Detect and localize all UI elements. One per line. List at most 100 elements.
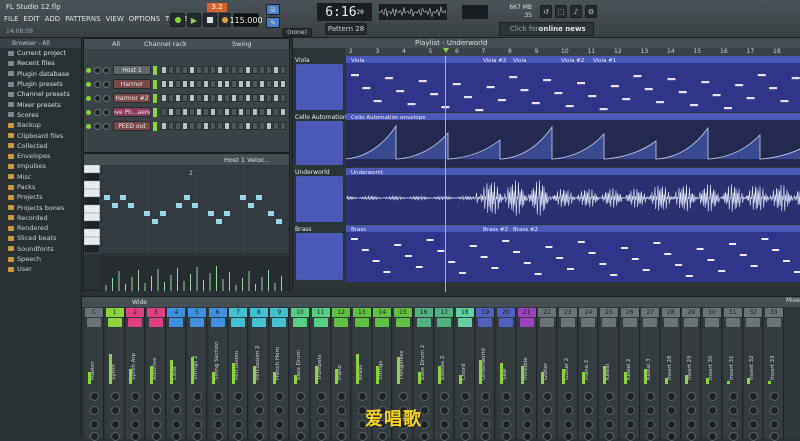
mixer-knob[interactable] [317,406,326,415]
mixer-knob[interactable] [234,420,243,429]
step-button[interactable] [280,66,286,74]
mixer-knob[interactable] [193,406,202,415]
step-button[interactable] [245,108,251,116]
save-icon[interactable]: ⬚ [555,5,567,18]
channel-select[interactable] [153,108,157,117]
pan-knob[interactable] [94,109,101,116]
step-button[interactable] [259,94,265,102]
step-button[interactable] [217,122,223,130]
mixer-knob[interactable] [337,392,346,401]
mixer-knob[interactable] [90,392,99,401]
step-button[interactable] [280,94,286,102]
browser-item[interactable]: Soundfonts [0,244,81,254]
browser-item[interactable]: Collected [0,141,81,151]
mixer-knob[interactable] [214,420,223,429]
step-button[interactable] [196,80,202,88]
channel-select[interactable] [153,80,157,89]
track-thumbnail[interactable] [296,121,343,165]
snap-icon[interactable]: ⊞ [266,4,280,15]
step-button[interactable] [203,108,209,116]
step-button[interactable] [224,108,230,116]
browser-item[interactable]: Rendered [0,223,81,233]
mixer-knob[interactable] [646,420,655,429]
mixer-strip[interactable]: 33Insert 33 [765,308,784,439]
mixer-strip[interactable]: CMaster [85,308,104,439]
mixer-knob[interactable] [584,392,593,401]
mixer-knob[interactable] [564,432,573,441]
step-button[interactable] [217,80,223,88]
mixer-knob[interactable] [708,406,717,415]
mixer-knob[interactable] [584,406,593,415]
mixer-knob[interactable] [543,420,552,429]
browser-item[interactable]: Recent files [0,58,81,68]
step-button[interactable] [280,108,286,116]
step-button[interactable] [224,80,230,88]
mixer-knob[interactable] [378,392,387,401]
stop-button[interactable] [203,13,217,27]
clip-header[interactable] [346,168,800,175]
piano-key[interactable] [84,229,100,237]
volume-knob[interactable] [103,67,110,74]
note-block[interactable] [152,219,158,224]
step-button[interactable] [224,66,230,74]
browser-item[interactable]: Envelopes [0,151,81,161]
step-button[interactable] [273,94,279,102]
note-block[interactable] [176,203,182,208]
mixer-knob[interactable] [399,432,408,441]
step-button[interactable] [210,94,216,102]
mixer-knob[interactable] [708,420,717,429]
step-button[interactable] [203,80,209,88]
step-button[interactable] [252,108,258,116]
playlist-tracks[interactable]: ViolaViolaViola #2ViolaViola #2Viola #1C… [293,56,800,292]
step-button[interactable] [168,122,174,130]
mixer-knob[interactable] [214,406,223,415]
song-position-display[interactable]: 6:1620 [317,3,372,21]
mute-led[interactable] [86,96,91,101]
step-sequencer[interactable] [161,66,287,74]
mixer-knob[interactable] [131,392,140,401]
mixer-knob[interactable] [543,392,552,401]
mixer-strip[interactable]: 20Saw [497,308,516,439]
step-button[interactable] [238,108,244,116]
mixer-knob[interactable] [749,432,758,441]
mixer-knob[interactable] [770,406,779,415]
step-button[interactable] [245,94,251,102]
mixer-knob[interactable] [337,420,346,429]
mixer-knob[interactable] [605,406,614,415]
mixer-knob[interactable] [770,392,779,401]
browser-item[interactable]: Clipboard files [0,130,81,140]
channel-rack-filter[interactable]: All [112,40,120,48]
step-button[interactable] [259,108,265,116]
track-thumbnail[interactable] [296,176,343,222]
mixer-knob[interactable] [708,432,717,441]
step-button[interactable] [231,122,237,130]
pencil-icon[interactable]: ✎ [266,17,280,28]
mixer-knob[interactable] [111,420,120,429]
step-button[interactable] [238,80,244,88]
step-button[interactable] [196,66,202,74]
track-lane[interactable] [346,225,800,282]
step-button[interactable] [238,66,244,74]
mixer-knob[interactable] [378,432,387,441]
mute-led[interactable] [86,110,91,115]
mixer-strip[interactable]: 4Cello [167,308,186,439]
browser-item[interactable]: Recorded [0,213,81,223]
menu-item[interactable]: ADD [45,15,61,23]
step-button[interactable] [252,80,258,88]
step-button[interactable] [175,108,181,116]
mixer-knob[interactable] [523,392,532,401]
step-button[interactable] [252,66,258,74]
mixer-knob[interactable] [605,420,614,429]
step-button[interactable] [259,122,265,130]
step-button[interactable] [189,122,195,130]
mixer-knob[interactable] [214,392,223,401]
mixer-strip[interactable]: 21Invisible [518,308,537,439]
mixer-knob[interactable] [461,406,470,415]
pan-knob[interactable] [94,81,101,88]
mixer-strip[interactable]: 8Percussion 2 [250,308,269,439]
step-button[interactable] [210,122,216,130]
mixer-knob[interactable] [255,432,264,441]
mixer-strip[interactable]: 26Kawai 2 [621,308,640,439]
step-button[interactable] [280,80,286,88]
mixer-knob[interactable] [193,392,202,401]
